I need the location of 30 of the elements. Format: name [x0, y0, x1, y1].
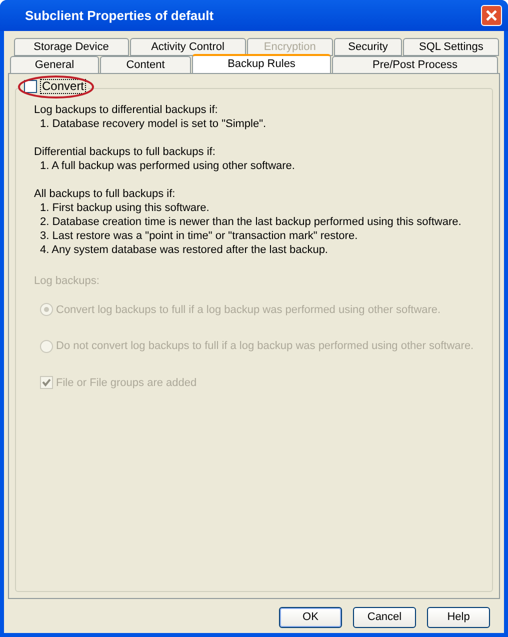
dialog-button[interactable]: Help — [427, 607, 490, 628]
check-icon — [42, 378, 51, 388]
list-item: 3. Last restore was a "point in time" or "transaction mark" restore. — [39, 229, 359, 243]
tab[interactable]: SQL Settings — [403, 38, 499, 56]
tab[interactable]: Activity Control — [130, 38, 246, 56]
tab[interactable]: General — [10, 56, 99, 74]
log-backups-label: Log backups: — [34, 274, 100, 289]
section-heading: All backups to full backups if: — [34, 187, 176, 201]
tab[interactable]: Backup Rules — [192, 54, 331, 74]
close-icon — [486, 10, 497, 21]
tab[interactable]: Pre/Post Process — [332, 56, 498, 74]
option-label: File or File groups are added — [56, 376, 197, 390]
list-item: 1. First backup using this software. — [39, 201, 210, 215]
option-label: Convert log backups to full if a log backup was performed using other software. — [56, 302, 441, 318]
tab[interactable]: Content — [100, 56, 191, 74]
tab[interactable]: Security — [334, 38, 402, 56]
window-title: Subclient Properties of default — [25, 6, 214, 25]
close-button[interactable] — [481, 5, 502, 26]
section-heading: Log backups to differential backups if: — [34, 103, 219, 117]
list-item: 1. A full backup was performed using other software. — [39, 159, 296, 173]
checkbox-label: Convert — [40, 79, 86, 94]
convert-checkbox[interactable] — [24, 80, 37, 93]
list-item: 2. Database creation time is newer than the last backup performed using this software. — [39, 215, 462, 229]
list-item: 1. Database recovery model is set to "Simple". — [39, 117, 268, 131]
section-heading: Differential backups to full backups if: — [34, 145, 216, 159]
list-item: 4. Any system database was restored after the last backup. — [39, 243, 329, 257]
dialog-button[interactable]: Cancel — [353, 607, 416, 628]
option-label: Do not convert log backups to full if a log backup was performed using other software. — [56, 339, 474, 354]
dialog-button[interactable]: OK — [279, 607, 342, 628]
tab[interactable]: Storage Device — [14, 38, 129, 56]
